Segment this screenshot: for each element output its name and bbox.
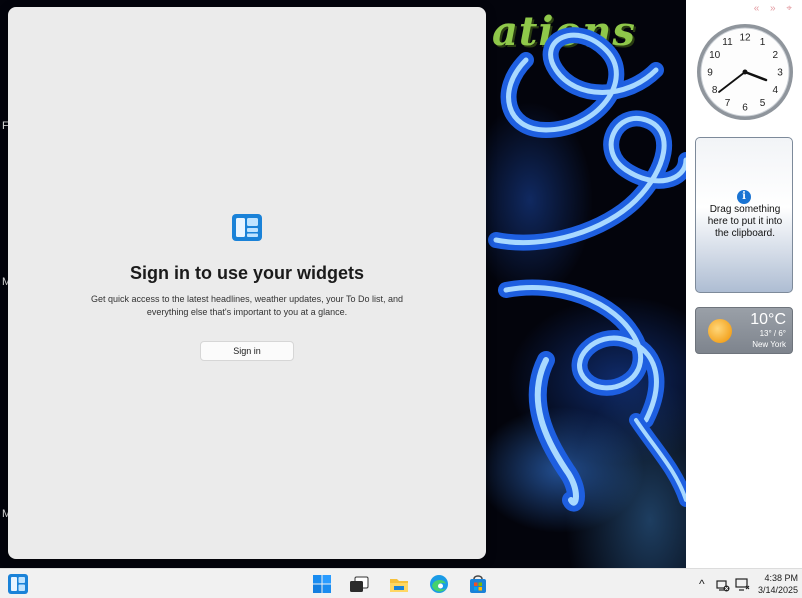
start-icon[interactable] (312, 574, 332, 594)
sun-icon (708, 319, 732, 343)
gadget-sidebar-controls[interactable]: « » ⌖ (754, 3, 796, 14)
tray-chevron-icon[interactable]: ^ (699, 577, 705, 591)
weather-city: New York (752, 340, 786, 349)
clock-numeral: 1 (760, 37, 766, 48)
clock-numeral: 10 (709, 50, 721, 61)
widgets-board: Sign in to use your widgets Get quick ac… (8, 7, 486, 559)
clock-numeral: 12 (739, 33, 751, 44)
weather-range: 13° / 6° (759, 329, 786, 338)
taskbar-time[interactable]: 4:38 PM (752, 573, 798, 583)
razer-logo-artwork (488, 27, 686, 512)
network-disconnected-icon[interactable] (716, 578, 730, 592)
clock-numeral: 8 (712, 85, 718, 96)
sign-in-button[interactable]: Sign in (200, 341, 294, 361)
edge-icon[interactable] (429, 574, 449, 594)
clock-numeral: 5 (760, 98, 766, 109)
clock-numeral: 7 (725, 98, 731, 109)
widgets-logo-icon (232, 214, 262, 241)
clock-numeral: 11 (722, 37, 733, 48)
weather-gadget[interactable]: 10°C 13° / 6° New York (695, 307, 793, 354)
signin-heading: Sign in to use your widgets (129, 263, 365, 283)
clock-numeral: 6 (742, 103, 748, 114)
task-view-icon[interactable] (349, 574, 369, 594)
clipboard-hint-text: Drag something here to put it into the c… (707, 204, 783, 239)
weather-temperature: 10°C (750, 311, 786, 328)
file-explorer-icon[interactable] (389, 574, 409, 594)
clock-numeral: 2 (773, 50, 779, 61)
taskbar: ^ 4:38 PM 3/14/2025 (0, 568, 802, 598)
widgets-icon[interactable] (8, 574, 28, 594)
clock-numeral: 9 (707, 68, 713, 79)
clock-gadget[interactable]: 12 1234567891011 (695, 22, 795, 122)
clock-numeral: 4 (773, 85, 779, 96)
clock-numeral: 3 (777, 68, 783, 79)
info-icon: i (737, 190, 751, 204)
signin-description: Get quick access to the latest headlines… (90, 294, 403, 317)
store-icon[interactable] (468, 574, 488, 594)
gadget-sidebar: « » ⌖ 12 1 2 3 4 5 6 7 8 9 10 11 i Drag something h… (686, 0, 802, 568)
taskbar-date[interactable]: 3/14/2025 (748, 585, 798, 595)
clipboard-gadget[interactable]: i Drag something here to put it into the… (695, 137, 793, 293)
